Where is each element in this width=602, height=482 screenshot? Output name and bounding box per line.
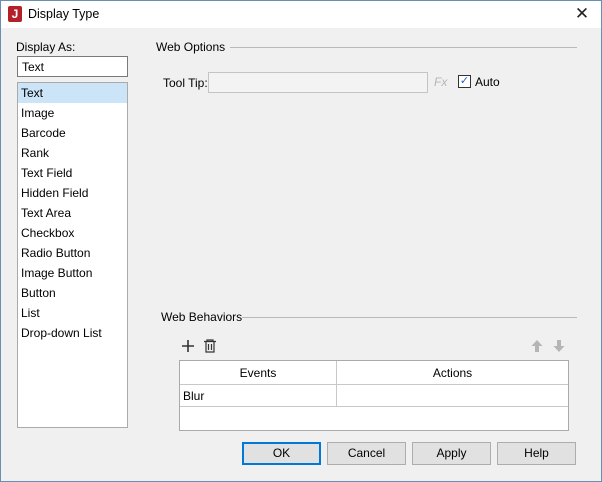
arrow-up-icon <box>531 340 543 352</box>
events-table: Events Actions Blur <box>179 360 569 431</box>
list-item-text[interactable]: Text <box>18 83 127 103</box>
list-item-image[interactable]: Image <box>18 103 127 123</box>
title-bar: J Display Type ✕ <box>1 1 601 28</box>
web-options-title: Web Options <box>156 40 226 54</box>
list-item-checkbox[interactable]: Checkbox <box>18 223 127 243</box>
auto-label: Auto <box>475 75 500 89</box>
tooltip-input[interactable] <box>208 72 428 93</box>
table-row-event-cell[interactable]: Blur <box>180 385 337 407</box>
cancel-button[interactable]: Cancel <box>327 442 406 465</box>
list-item-image-button[interactable]: Image Button <box>18 263 127 283</box>
display-as-input[interactable]: Text <box>17 56 128 77</box>
display-type-list: Text Image Barcode Rank Text Field Hidde… <box>17 82 128 428</box>
help-button[interactable]: Help <box>497 442 576 465</box>
column-header-events[interactable]: Events <box>180 361 337 385</box>
list-item-text-field[interactable]: Text Field <box>18 163 127 183</box>
add-event-button[interactable] <box>179 337 197 355</box>
display-as-label: Display As: <box>16 40 76 54</box>
table-row-action-cell[interactable] <box>337 385 568 407</box>
delete-event-button[interactable] <box>201 337 219 355</box>
web-behaviors-title: Web Behaviors <box>161 310 243 324</box>
web-options-divider <box>230 47 577 48</box>
close-button[interactable]: ✕ <box>571 3 593 25</box>
list-item-button[interactable]: Button <box>18 283 127 303</box>
tooltip-label: Tool Tip: <box>163 76 208 90</box>
list-item-radio-button[interactable]: Radio Button <box>18 243 127 263</box>
apply-button[interactable]: Apply <box>412 442 491 465</box>
auto-checkbox[interactable]: ✓ <box>458 75 471 88</box>
dialog-window: J Display Type ✕ Display As: Text Text I… <box>0 0 602 482</box>
list-item-drop-down-list[interactable]: Drop-down List <box>18 323 127 343</box>
list-item-list[interactable]: List <box>18 303 127 323</box>
arrow-down-icon <box>553 340 565 352</box>
move-up-button[interactable] <box>528 337 546 355</box>
ok-button[interactable]: OK <box>242 442 321 465</box>
app-logo-icon: J <box>8 6 22 22</box>
column-header-actions[interactable]: Actions <box>337 361 568 385</box>
dialog-title: Display Type <box>28 7 100 21</box>
web-behaviors-divider <box>242 317 577 318</box>
trash-icon <box>204 339 216 353</box>
list-item-barcode[interactable]: Barcode <box>18 123 127 143</box>
list-item-hidden-field[interactable]: Hidden Field <box>18 183 127 203</box>
move-down-button[interactable] <box>550 337 568 355</box>
formula-fx-icon[interactable]: Fx <box>434 75 447 89</box>
plus-icon <box>182 340 194 352</box>
list-item-rank[interactable]: Rank <box>18 143 127 163</box>
list-item-text-area[interactable]: Text Area <box>18 203 127 223</box>
